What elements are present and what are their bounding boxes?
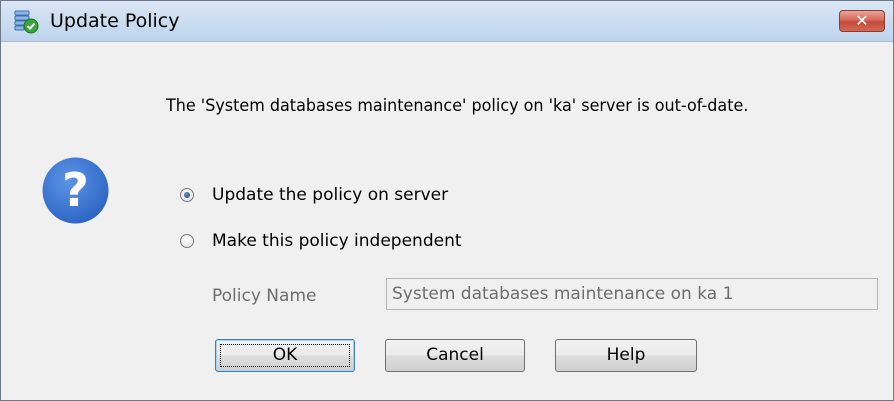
cancel-button-label: Cancel (426, 345, 484, 365)
ok-button[interactable]: OK (215, 339, 355, 372)
title-bar[interactable]: Update Policy ✕ (1, 1, 893, 42)
close-icon: ✕ (855, 11, 869, 30)
window-title: Update Policy (50, 10, 180, 32)
dialog-body: The 'System databases maintenance' polic… (1, 42, 893, 400)
database-policy-icon (14, 10, 39, 34)
policy-name-label: Policy Name (212, 286, 317, 306)
question-icon: ? (42, 157, 109, 224)
radio-label-independent: Make this policy independent (212, 231, 462, 251)
cancel-button[interactable]: Cancel (385, 339, 525, 372)
help-button[interactable]: Help (555, 339, 697, 372)
close-button[interactable]: ✕ (839, 10, 885, 32)
radio-button-checked[interactable] (180, 188, 194, 202)
help-button-label: Help (606, 345, 646, 365)
focus-ring (220, 344, 350, 367)
radio-label-update: Update the policy on server (212, 185, 449, 205)
policy-name-input[interactable]: System databases maintenance on ka 1 (386, 278, 878, 310)
radio-update-on-server[interactable]: Update the policy on server (180, 184, 448, 206)
radio-button-unchecked[interactable] (180, 234, 194, 248)
dialog-message: The 'System databases maintenance' polic… (166, 96, 749, 116)
update-policy-dialog: Update Policy ✕ The 'System databases ma… (0, 0, 894, 401)
radio-make-independent[interactable]: Make this policy independent (180, 230, 462, 252)
svg-text:?: ? (62, 163, 89, 217)
